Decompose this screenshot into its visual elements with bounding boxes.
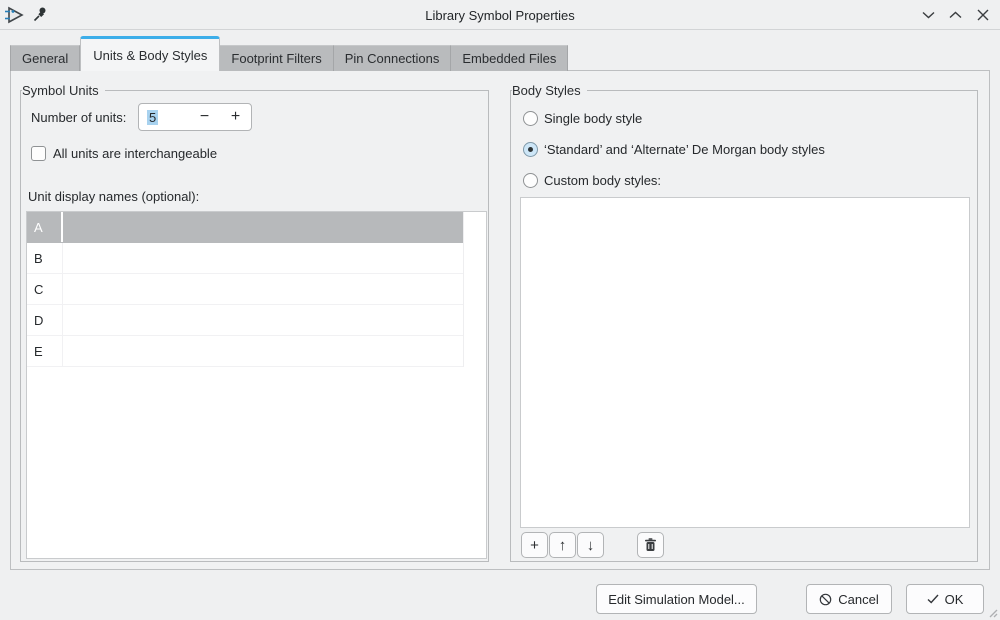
- unit-display-names-label: Unit display names (optional):: [28, 189, 199, 205]
- unit-letter-cell: D: [27, 305, 63, 335]
- add-body-style-button[interactable]: +: [521, 532, 548, 558]
- interchangeable-label: All units are interchangeable: [53, 146, 217, 162]
- resize-grip[interactable]: [986, 606, 998, 618]
- cancel-icon: [819, 593, 832, 606]
- ok-button[interactable]: OK: [906, 584, 984, 614]
- number-of-units-spinner[interactable]: 5 − +: [138, 103, 252, 131]
- tab-bar: General Units & Body Styles Footprint Fi…: [10, 36, 568, 71]
- number-of-units-value: 5: [147, 110, 161, 125]
- arrow-up-icon: ↑: [559, 537, 567, 554]
- unit-row-e[interactable]: E: [27, 336, 463, 367]
- radio-single-body-style[interactable]: Single body style: [523, 110, 642, 126]
- edit-simulation-model-label: Edit Simulation Model...: [608, 592, 745, 607]
- symbol-units-group: Symbol Units Number of units: 5 − + All …: [20, 90, 489, 562]
- radio-label: ‘Standard’ and ‘Alternate’ De Morgan bod…: [544, 142, 825, 157]
- ok-label: OK: [945, 592, 964, 607]
- unit-name-cell[interactable]: [63, 336, 463, 366]
- unit-row-c[interactable]: C: [27, 274, 463, 305]
- unit-letter-cell: A: [27, 212, 63, 242]
- body-styles-group-title: Body Styles: [512, 82, 587, 99]
- radio-standard-alternate[interactable]: ‘Standard’ and ‘Alternate’ De Morgan bod…: [523, 141, 825, 157]
- tab-label: Embedded Files: [462, 51, 556, 66]
- custom-body-styles-list[interactable]: [520, 197, 970, 528]
- unit-row-a[interactable]: A: [27, 212, 463, 243]
- arrow-down-icon: ↓: [587, 537, 595, 554]
- tab-units-body-styles[interactable]: Units & Body Styles: [80, 36, 220, 71]
- spinner-buttons: − +: [189, 108, 251, 126]
- tab-footprint-filters[interactable]: Footprint Filters: [220, 45, 333, 71]
- radio-circle-selected[interactable]: [523, 142, 538, 157]
- grid-rows: A B C D E: [27, 212, 464, 367]
- unit-names-grid[interactable]: A B C D E: [26, 211, 487, 559]
- cancel-label: Cancel: [838, 592, 878, 607]
- unit-name-cell[interactable]: [63, 212, 463, 242]
- unit-name-cell[interactable]: [63, 305, 463, 335]
- plus-icon: +: [530, 537, 539, 554]
- move-up-button[interactable]: ↑: [549, 532, 576, 558]
- tab-page-units-body-styles: Symbol Units Number of units: 5 − + All …: [10, 70, 990, 570]
- close-button[interactable]: [969, 2, 996, 28]
- decrement-button[interactable]: −: [189, 108, 220, 126]
- body-styles-group: Body Styles Single body style ‘Standard’…: [510, 90, 978, 562]
- unit-letter-cell: C: [27, 274, 63, 304]
- radio-label: Custom body styles:: [544, 173, 661, 188]
- tab-pin-connections[interactable]: Pin Connections: [334, 45, 452, 71]
- tab-label: Footprint Filters: [231, 51, 321, 66]
- check-icon: [927, 594, 939, 604]
- symbol-units-group-title: Symbol Units: [22, 82, 105, 99]
- unit-row-d[interactable]: D: [27, 305, 463, 336]
- radio-circle[interactable]: [523, 111, 538, 126]
- radio-circle[interactable]: [523, 173, 538, 188]
- interchangeable-checkbox[interactable]: [31, 146, 46, 161]
- tab-general[interactable]: General: [10, 45, 80, 71]
- number-of-units-label: Number of units:: [31, 110, 126, 126]
- increment-button[interactable]: +: [220, 108, 251, 126]
- tab-label: General: [22, 51, 68, 66]
- unit-letter-cell: B: [27, 243, 63, 273]
- window-title: Library Symbol Properties: [0, 0, 1000, 30]
- window-controls: [915, 0, 996, 30]
- minimize-button[interactable]: [915, 2, 942, 28]
- unit-name-cell[interactable]: [63, 274, 463, 304]
- title-bar: Library Symbol Properties: [0, 0, 1000, 30]
- tab-label: Pin Connections: [345, 51, 440, 66]
- unit-name-cell[interactable]: [63, 243, 463, 273]
- delete-body-style-button[interactable]: [637, 532, 664, 558]
- radio-custom-body-styles[interactable]: Custom body styles:: [523, 172, 661, 188]
- edit-simulation-model-button[interactable]: Edit Simulation Model...: [596, 584, 757, 614]
- radio-label: Single body style: [544, 111, 642, 126]
- maximize-button[interactable]: [942, 2, 969, 28]
- move-down-button[interactable]: ↓: [577, 532, 604, 558]
- trash-icon: [644, 538, 657, 552]
- unit-row-b[interactable]: B: [27, 243, 463, 274]
- unit-letter-cell: E: [27, 336, 63, 366]
- tab-label: Units & Body Styles: [93, 48, 207, 63]
- tab-embedded-files[interactable]: Embedded Files: [451, 45, 568, 71]
- cancel-button[interactable]: Cancel: [806, 584, 892, 614]
